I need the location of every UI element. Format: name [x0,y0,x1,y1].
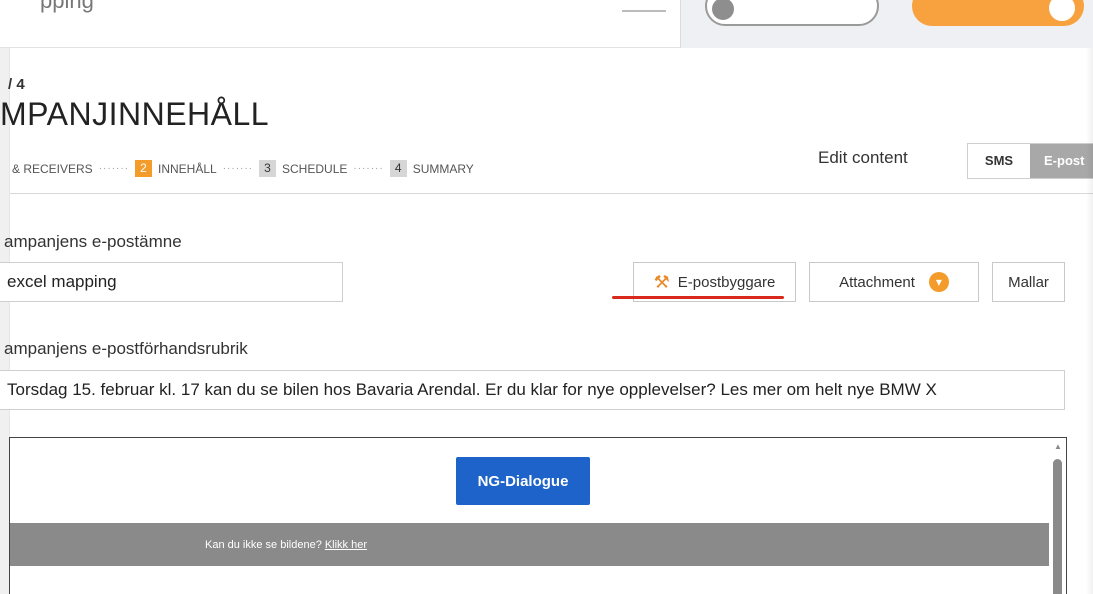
subject-input[interactable]: excel mapping [0,262,343,302]
edit-content-label: Edit content [818,148,908,167]
step-content[interactable]: INNEHÅLL [158,162,217,176]
step-schedule[interactable]: SCHEDULE [282,162,347,176]
step-counter: / 4 [8,76,25,93]
preheader-label: ampanjens e-postförhandsrubrik [4,339,248,358]
step-separator: ······· [353,163,384,174]
step-number[interactable]: 3 [259,160,277,177]
step-receivers[interactable]: & RECEIVERS [12,162,93,176]
step-separator: ······· [222,163,254,174]
content-type-toggle: SMS E-post [967,143,1093,179]
top-search-icon[interactable] [622,10,666,12]
step-number[interactable]: 4 [389,160,407,177]
page-title: MPANJINNEHÅLL [0,96,270,132]
step-summary[interactable]: SUMMARY [413,162,474,176]
banner-text: Kan du ikke se bildene? [205,538,322,551]
attachment-label: Attachment [839,273,915,291]
right-edge-shadow [1086,48,1093,594]
campaign-content-page: pping / 4 MPANJINNEHÅLL & RECEIVERS ····… [0,0,1093,594]
banner-link[interactable]: Klikk her [325,539,367,551]
wizard-steps: & RECEIVERS ······· 2 INNEHÅLL ······· 3… [12,160,474,177]
scroll-up-icon[interactable]: ▲ [1053,442,1063,452]
subject-label: ampanjens e-postämne [4,232,182,251]
chevron-down-icon: ▾ [928,272,949,292]
hammer-wrench-icon: ⚒ [653,271,670,292]
ng-dialogue-button[interactable]: NG-Dialogue [456,457,590,505]
email-builder-label: E-postbyggare [677,273,776,291]
image-fallback-banner: Kan du ikke se bildene? Klikk her [10,523,1049,566]
annotation-underline [612,296,784,299]
email-preview-frame: NG-Dialogue Kan du ikke se bildene? Klik… [9,437,1067,594]
preheader-input[interactable]: Torsdag 15. februar kl. 17 kan du se bil… [0,370,1065,410]
steps-divider [10,193,1093,194]
step-separator: ······· [98,163,130,174]
scrollbar-thumb[interactable] [1053,459,1062,594]
step-number-active[interactable]: 2 [135,160,153,177]
top-search-field[interactable]: pping [40,0,94,14]
top-bar: pping [0,0,1093,48]
templates-button[interactable]: Mallar [992,262,1065,302]
attachment-button[interactable]: Attachment ▾ [809,262,979,302]
sms-tab[interactable]: SMS [968,144,1030,178]
email-tab[interactable]: E-post [1030,144,1093,178]
